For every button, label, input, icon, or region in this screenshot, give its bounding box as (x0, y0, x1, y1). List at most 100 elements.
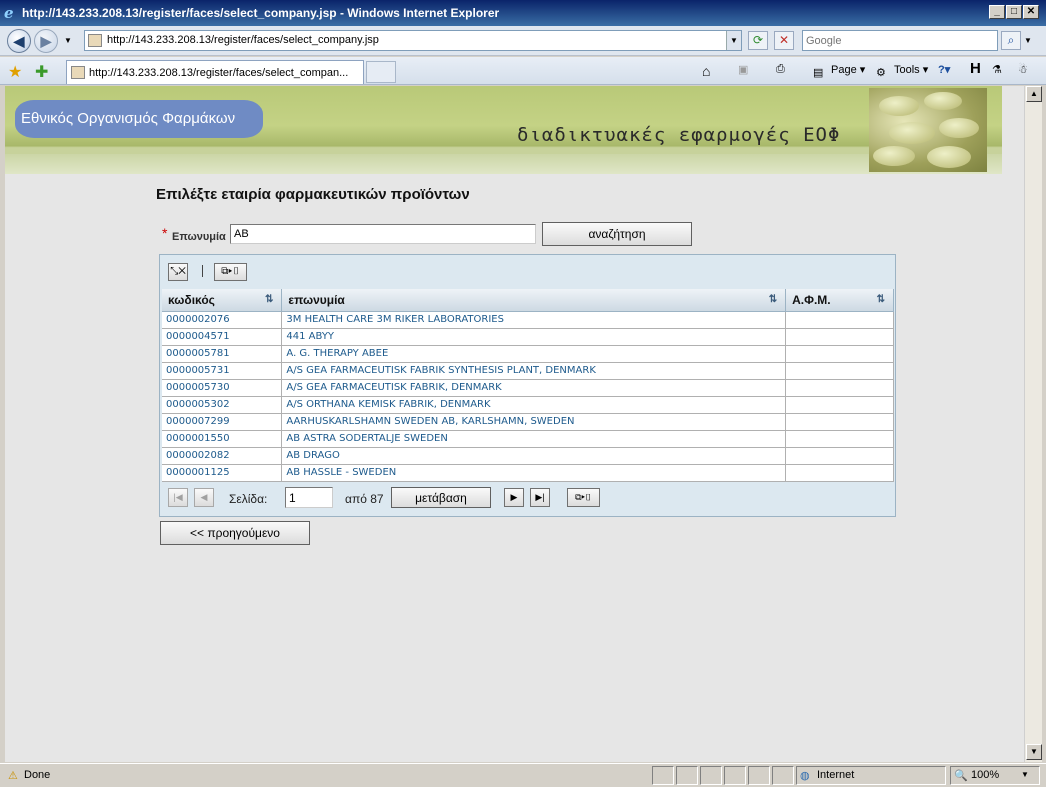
search-box[interactable] (802, 30, 998, 51)
feeds-icon[interactable]: ▣ (738, 63, 748, 76)
page-number-field[interactable] (285, 487, 333, 508)
address-dropdown-icon[interactable]: ▼ (726, 31, 741, 50)
stop-button[interactable]: ✕ (774, 31, 794, 50)
table-row[interactable]: 0000002076 3M HEALTH CARE 3M RIKER LABORA… (162, 311, 894, 329)
company-afm-cell (785, 311, 894, 329)
add-favorites-icon[interactable]: ✚ (35, 62, 48, 82)
status-section (676, 766, 698, 785)
table-row[interactable]: 0000005302 A/S ORTHANA KEMISK FABRIK, DEN… (162, 396, 894, 414)
company-code-link[interactable]: 0000001125 (162, 464, 283, 482)
table-row[interactable]: 0000001550 AB ASTRA SODERTALJE SWEDEN (162, 430, 894, 448)
back-nav-button[interactable]: ◀ (7, 29, 31, 53)
company-code-link[interactable]: 0000004571 (162, 328, 283, 346)
tools-menu-label: Tools (894, 64, 920, 76)
company-code-link[interactable]: 0000002082 (162, 447, 283, 465)
table-row[interactable]: 0000005730 A/S GEA FARMACEUTISK FABRIK, D… (162, 379, 894, 397)
close-button[interactable]: ✕ (1023, 5, 1039, 19)
next-page-icon[interactable]: ▶ (504, 488, 524, 507)
company-name-link[interactable]: A/S GEA FARMACEUTISK FABRIK, DENMARK (281, 379, 787, 397)
company-name-link[interactable]: A. G. THERAPY ABEE (281, 345, 787, 363)
page-viewport: Εθνικός Οργανισμός Φαρμάκων διαδικτυακές… (5, 86, 1024, 762)
company-name-link[interactable]: A/S GEA FARMACEUTISK FABRIK SYNTHESIS PL… (281, 362, 787, 380)
zone-section[interactable]: ◍ Internet (796, 766, 946, 785)
toolbar-separator (202, 265, 203, 277)
table-row[interactable]: 0000005781 A. G. THERAPY ABEE (162, 345, 894, 363)
column-header-name[interactable]: επωνυμία ⇅ (281, 289, 787, 312)
company-code-link[interactable]: 0000007299 (162, 413, 283, 431)
column-header-code[interactable]: κωδικός ⇅ (162, 289, 283, 312)
clear-sort-icon[interactable]: ⤡✕ (168, 263, 188, 281)
history-dropdown-icon[interactable]: ▼ (64, 36, 72, 45)
go-to-page-button[interactable]: μετάβαση (391, 487, 491, 508)
tab-label: http://143.233.208.13/register/faces/sel… (89, 67, 349, 79)
scroll-up-icon[interactable]: ▲ (1026, 86, 1042, 102)
column-header-afm[interactable]: Α.Φ.Μ. ⇅ (785, 289, 894, 312)
sort-icon[interactable]: ⇅ (877, 294, 885, 305)
window-title-bar: e http://143.233.208.13/register/faces/s… (0, 0, 1046, 26)
print-icon[interactable]: ⎙ (776, 63, 785, 76)
zoom-dropdown-icon[interactable]: ▼ (1021, 770, 1029, 779)
tools-menu[interactable]: ⚙ Tools ▾ (876, 63, 928, 80)
company-name-input[interactable] (231, 225, 531, 243)
table-row[interactable]: 0000007299 AARHUSKARLSHAMN SWEDEN AB, KAR… (162, 413, 894, 431)
page-title: Επιλέξτε εταιρία φαρμακευτικών προϊόντων (156, 186, 470, 203)
company-name-link[interactable]: AB DRAGO (281, 447, 787, 465)
company-code-link[interactable]: 0000005781 (162, 345, 283, 363)
status-section (724, 766, 746, 785)
table-row[interactable]: 0000004571 441 ABYY (162, 328, 894, 346)
browser-tab[interactable]: http://143.233.208.13/register/faces/sel… (66, 60, 364, 84)
zone-label: Internet (817, 769, 855, 781)
company-name-link[interactable]: A/S ORTHANA KEMISK FABRIK, DENMARK (281, 396, 787, 414)
refresh-button[interactable]: ⟳ (748, 31, 768, 50)
column-settings-icon[interactable]: ⧉▸▯ (214, 263, 247, 281)
zoom-section[interactable]: 🔍 100% ▼ (950, 766, 1040, 785)
sort-icon[interactable]: ⇅ (769, 294, 777, 305)
first-page-icon[interactable]: |◀ (168, 488, 188, 507)
company-name-link[interactable]: AB ASTRA SODERTALJE SWEDEN (281, 430, 787, 448)
table-row[interactable]: 0000002082 AB DRAGO (162, 447, 894, 465)
search-go-button[interactable]: ⌕ (1001, 31, 1021, 50)
favorites-star-icon[interactable]: ★ (8, 62, 22, 82)
minimize-button[interactable]: _ (989, 5, 1005, 19)
company-name-link[interactable]: 3M HEALTH CARE 3M RIKER LABORATORIES (281, 311, 787, 329)
company-code-link[interactable]: 0000001550 (162, 430, 283, 448)
company-name-link[interactable]: AB HASSLE - SWEDEN (281, 464, 787, 482)
pager-column-settings-icon[interactable]: ⧉▸▯ (567, 488, 600, 507)
search-options-icon[interactable]: ▼ (1024, 36, 1032, 45)
new-tab-button[interactable] (366, 61, 396, 83)
window-title: http://143.233.208.13/register/faces/sel… (22, 6, 500, 20)
company-code-link[interactable]: 0000005730 (162, 379, 283, 397)
last-page-icon[interactable]: ▶| (530, 488, 550, 507)
company-name-link[interactable]: AARHUSKARLSHAMN SWEDEN AB, KARLSHAMN, SW… (281, 413, 787, 431)
page-count-label: από 87 (345, 492, 384, 506)
help-icon[interactable]: ?▾ (938, 63, 950, 76)
prev-page-icon[interactable]: ◀ (194, 488, 214, 507)
company-afm-cell (785, 345, 894, 363)
company-afm-cell (785, 396, 894, 414)
address-bar[interactable]: http://143.233.208.13/register/faces/sel… (84, 30, 742, 51)
search-input[interactable] (803, 31, 993, 50)
tab-command-bar: ★ ✚ http://143.233.208.13/register/faces… (0, 57, 1046, 85)
address-url[interactable]: http://143.233.208.13/register/faces/sel… (107, 34, 379, 46)
company-name-link[interactable]: 441 ABYY (281, 328, 787, 346)
vertical-scrollbar[interactable]: ▲ ▼ (1024, 86, 1042, 762)
search-button[interactable]: αναζήτηση (542, 222, 692, 246)
home-icon[interactable]: ⌂ (702, 63, 710, 79)
sort-icon[interactable]: ⇅ (265, 294, 273, 305)
page-menu[interactable]: ▤ Page ▾ (813, 63, 865, 80)
company-code-link[interactable]: 0000005731 (162, 362, 283, 380)
page-number-input[interactable] (286, 488, 330, 507)
maximize-button[interactable]: □ (1006, 5, 1022, 19)
company-code-link[interactable]: 0000005302 (162, 396, 283, 414)
table-row[interactable]: 0000005731 A/S GEA FARMACEUTISK FABRIK SY… (162, 362, 894, 380)
h-toolbar-icon[interactable]: H (970, 60, 981, 77)
scroll-down-icon[interactable]: ▼ (1026, 744, 1042, 760)
previous-button[interactable]: << προηγούμενο (160, 521, 310, 545)
forward-nav-button[interactable]: ▶ (34, 29, 58, 53)
company-name-field[interactable] (230, 224, 536, 244)
table-row[interactable]: 0000001125 AB HASSLE - SWEDEN (162, 464, 894, 482)
company-code-link[interactable]: 0000002076 (162, 311, 283, 329)
research-icon[interactable]: ⚗ (992, 63, 1002, 76)
messenger-icon[interactable]: ☃ (1018, 63, 1028, 76)
status-section (652, 766, 674, 785)
